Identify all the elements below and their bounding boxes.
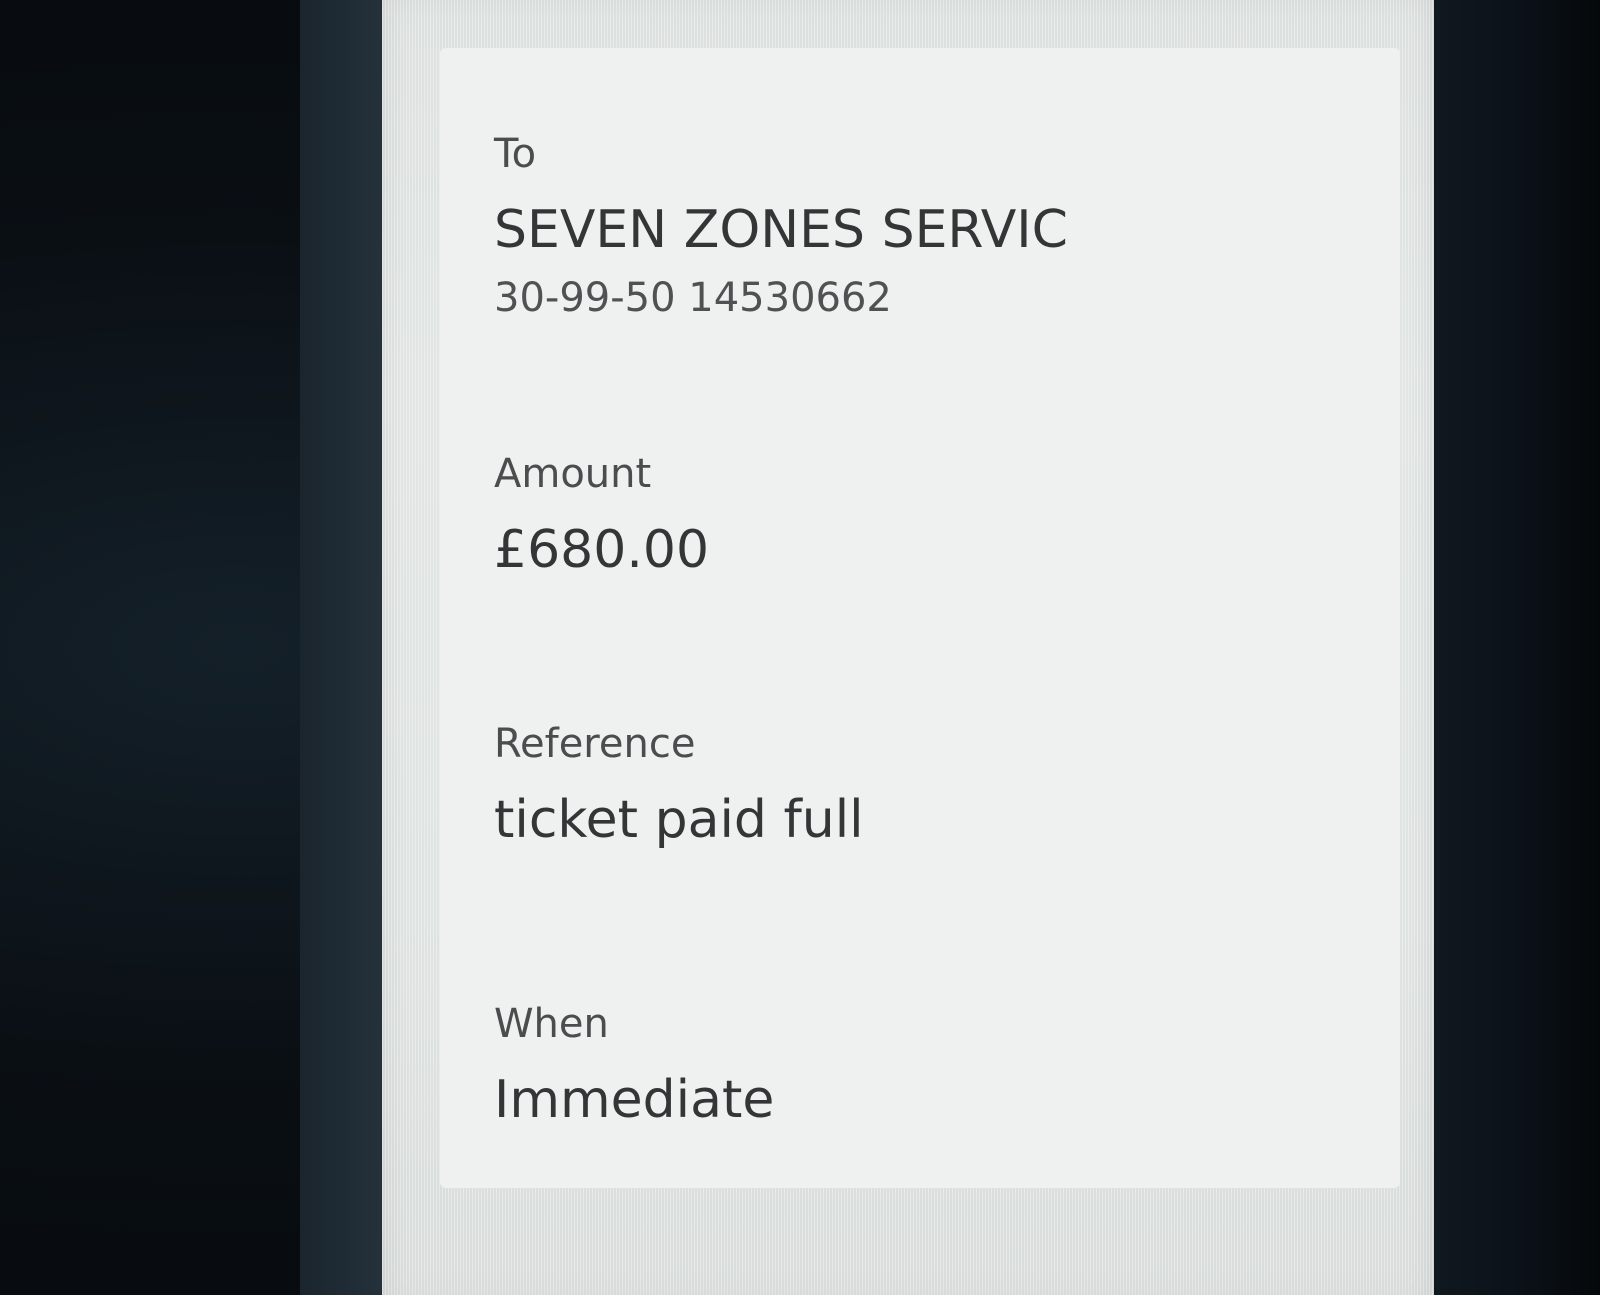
payment-summary-card: To SEVEN ZONES SERVIC 30-99-50 14530662 … xyxy=(440,48,1400,1188)
amount-value: £680.00 xyxy=(494,520,710,580)
background-dark-edge xyxy=(1434,0,1600,1295)
when-field: When Immediate xyxy=(494,1004,774,1126)
device-screen: To SEVEN ZONES SERVIC 30-99-50 14530662 … xyxy=(382,0,1434,1295)
reference-value: ticket paid full xyxy=(494,790,864,850)
photo-scene: To SEVEN ZONES SERVIC 30-99-50 14530662 … xyxy=(0,0,1600,1295)
amount-field: Amount £680.00 xyxy=(494,454,709,576)
payee-account-details: 30-99-50 14530662 xyxy=(494,275,892,321)
amount-label: Amount xyxy=(494,451,652,497)
when-value: Immediate xyxy=(494,1070,775,1130)
payee-label: To xyxy=(494,131,537,177)
payee-name: SEVEN ZONES SERVIC xyxy=(494,200,1068,260)
reference-label: Reference xyxy=(494,721,696,767)
when-label: When xyxy=(494,1001,609,1047)
payee-field: To SEVEN ZONES SERVIC 30-99-50 14530662 xyxy=(494,134,1068,318)
reference-field: Reference ticket paid full xyxy=(494,724,864,846)
